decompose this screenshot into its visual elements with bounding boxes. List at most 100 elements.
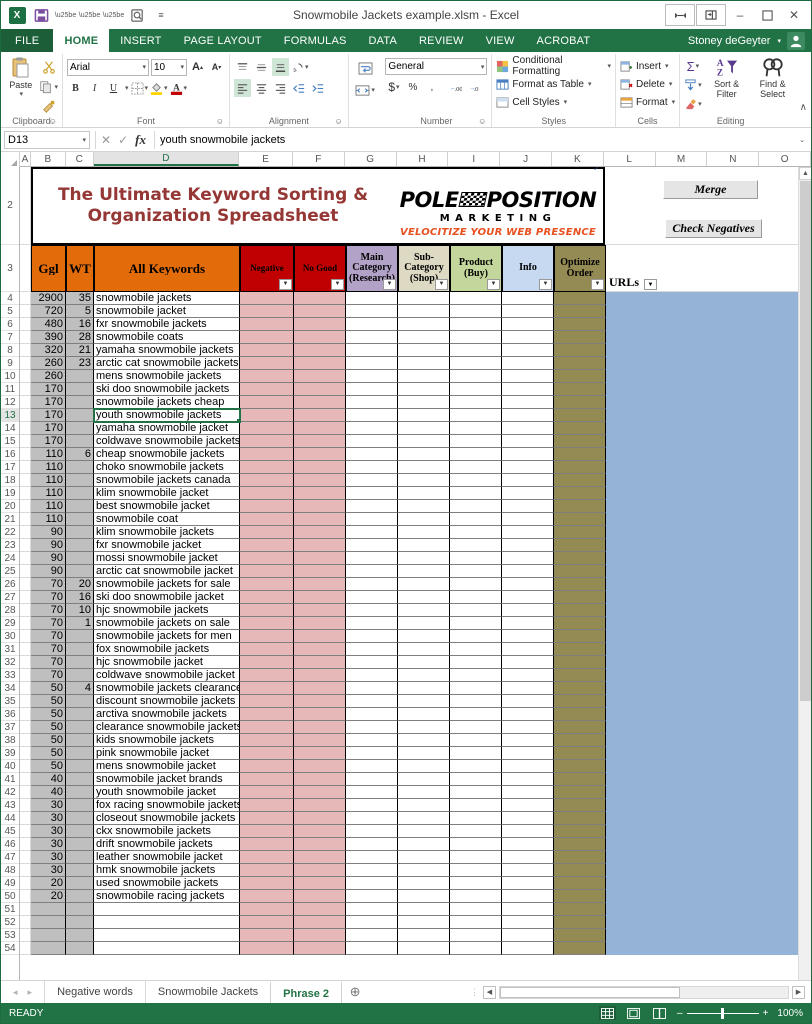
row-header-6[interactable]: 6 — [1, 318, 19, 331]
cell-keyword-23[interactable]: fxr snowmobile jacket — [94, 539, 240, 552]
cell-keyword-18[interactable]: snowmobile jackets canada — [94, 474, 240, 487]
cell-urls-31[interactable] — [606, 643, 811, 656]
cell-sub-category-10[interactable] — [398, 370, 450, 383]
cell-product-buy-40[interactable] — [450, 760, 502, 773]
cell-a10[interactable] — [20, 370, 31, 383]
cell-negative-12[interactable] — [240, 396, 294, 409]
cell-main-category-33[interactable] — [346, 669, 398, 682]
cell-wt-18[interactable] — [66, 474, 94, 487]
cell-optimize-order-50[interactable] — [554, 890, 606, 903]
cell-info-20[interactable] — [502, 500, 554, 513]
cell-no-good-23[interactable] — [294, 539, 346, 552]
cell-wt-12[interactable] — [66, 396, 94, 409]
cell-urls-17[interactable] — [606, 461, 811, 474]
cell-sub-category-16[interactable] — [398, 448, 450, 461]
cell-product-buy-23[interactable] — [450, 539, 502, 552]
cell-ggl-33[interactable]: 70 — [31, 669, 66, 682]
cell-urls-14[interactable] — [606, 422, 811, 435]
cell-sub-category-28[interactable] — [398, 604, 450, 617]
cell-ggl-32[interactable]: 70 — [31, 656, 66, 669]
cell-a13[interactable] — [20, 409, 31, 422]
cell-optimize-order-12[interactable] — [554, 396, 606, 409]
cell-negative-41[interactable] — [240, 773, 294, 786]
cell-negative-11[interactable] — [240, 383, 294, 396]
cell-main-category-53[interactable] — [346, 929, 398, 942]
cell-no-good-51[interactable] — [294, 903, 346, 916]
cell-no-good-30[interactable] — [294, 630, 346, 643]
scroll-up-arrow-icon[interactable]: ▲ — [799, 167, 811, 180]
cell-no-good-29[interactable] — [294, 617, 346, 630]
cell-no-good-34[interactable] — [294, 682, 346, 695]
cell-main-category-36[interactable] — [346, 708, 398, 721]
row-header-37[interactable]: 37 — [1, 721, 19, 734]
row-header-32[interactable]: 32 — [1, 656, 19, 669]
cell-wt-45[interactable] — [66, 825, 94, 838]
minimize-button[interactable]: – — [727, 4, 753, 26]
row-header-25[interactable]: 25 — [1, 565, 19, 578]
cell-urls-26[interactable] — [606, 578, 811, 591]
page-layout-view-icon[interactable] — [625, 1006, 642, 1020]
row-header-28[interactable]: 28 — [1, 604, 19, 617]
increase-decimal-button[interactable]: ← .00 — [446, 78, 463, 96]
cell-optimize-order-14[interactable] — [554, 422, 606, 435]
cell-info-52[interactable] — [502, 916, 554, 929]
cell-main-category-15[interactable] — [346, 435, 398, 448]
cell-wt-48[interactable] — [66, 864, 94, 877]
cell-optimize-order-27[interactable] — [554, 591, 606, 604]
cell-no-good-41[interactable] — [294, 773, 346, 786]
cell-a7[interactable] — [20, 331, 31, 344]
cell-a25[interactable] — [20, 565, 31, 578]
cell-urls-42[interactable] — [606, 786, 811, 799]
cell-no-good-45[interactable] — [294, 825, 346, 838]
save-as-icon[interactable]: \u25be — [54, 4, 76, 26]
cell-sub-category-5[interactable] — [398, 305, 450, 318]
cell-product-buy-16[interactable] — [450, 448, 502, 461]
cell-product-buy-20[interactable] — [450, 500, 502, 513]
cell-main-category-28[interactable] — [346, 604, 398, 617]
paste-button[interactable]: Paste ▾ — [5, 56, 36, 98]
cell-a33[interactable] — [20, 669, 31, 682]
cell-sub-category-21[interactable] — [398, 513, 450, 526]
column-header-c[interactable]: C — [65, 152, 94, 166]
cell-optimize-order-9[interactable] — [554, 357, 606, 370]
cell-no-good-7[interactable] — [294, 331, 346, 344]
cell-sub-category-4[interactable] — [398, 292, 450, 305]
cell-sub-category-6[interactable] — [398, 318, 450, 331]
cell-product-buy-7[interactable] — [450, 331, 502, 344]
cell-negative-20[interactable] — [240, 500, 294, 513]
zoom-track[interactable] — [686, 1007, 759, 1019]
cell-product-buy-44[interactable] — [450, 812, 502, 825]
cell-optimize-order-18[interactable] — [554, 474, 606, 487]
cell-keyword-11[interactable]: ski doo snowmobile jackets — [94, 383, 240, 396]
cell-ggl-45[interactable]: 30 — [31, 825, 66, 838]
cell-no-good-5[interactable] — [294, 305, 346, 318]
cell-sub-category-49[interactable] — [398, 877, 450, 890]
cell-urls-35[interactable] — [606, 695, 811, 708]
cell-main-category-35[interactable] — [346, 695, 398, 708]
cell-sub-category-8[interactable] — [398, 344, 450, 357]
cell-product-buy-4[interactable] — [450, 292, 502, 305]
cell-main-category-54[interactable] — [346, 942, 398, 955]
row-header-11[interactable]: 11 — [1, 383, 19, 396]
cell-optimize-order-54[interactable] — [554, 942, 606, 955]
cell-a35[interactable] — [20, 695, 31, 708]
cell-a19[interactable] — [20, 487, 31, 500]
table-header-urls[interactable]: URLs ▼ — [606, 245, 811, 292]
cell-info-38[interactable] — [502, 734, 554, 747]
cell-info-45[interactable] — [502, 825, 554, 838]
row-header-27[interactable]: 27 — [1, 591, 19, 604]
cell-optimize-order-29[interactable] — [554, 617, 606, 630]
cell-wt-5[interactable]: 5 — [66, 305, 94, 318]
column-header-f[interactable]: F — [292, 152, 345, 166]
cell-optimize-order-21[interactable] — [554, 513, 606, 526]
row-header-35[interactable]: 35 — [1, 695, 19, 708]
cell-negative-28[interactable] — [240, 604, 294, 617]
cell-keyword-37[interactable]: clearance snowmobile jackets — [94, 721, 240, 734]
merge-and-center-button[interactable]: ▾ — [355, 81, 375, 99]
cell-optimize-order-44[interactable] — [554, 812, 606, 825]
row-header-10[interactable]: 10 — [1, 370, 19, 383]
row-header-34[interactable]: 34 — [1, 682, 19, 695]
avatar[interactable] — [787, 31, 805, 50]
cell-info-46[interactable] — [502, 838, 554, 851]
name-box[interactable]: D13 ▾ — [4, 130, 90, 149]
